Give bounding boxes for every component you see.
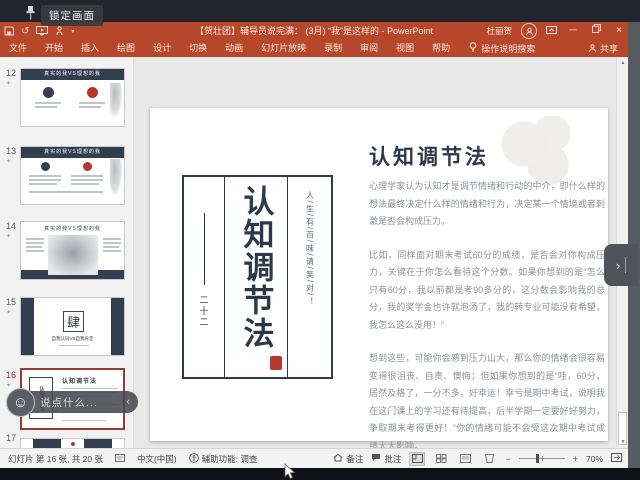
paragraph-3: 想到这些，可能你会感到压力山大，那么你的情绪会很容易变得很沮丧、自责、懊悔；但如… <box>369 353 605 451</box>
handle-grip <box>625 257 627 273</box>
thumbnail-slide-17[interactable] <box>20 438 125 448</box>
notes-toggle[interactable]: 备注 <box>333 453 363 465</box>
screen-share-frame: ↺ ▾ 【贺壮团】辅导员说完满： (3月) “我”是这样的 - PowerPoi… <box>0 0 640 480</box>
zoom-slider-knob[interactable] <box>535 454 539 463</box>
red-seal-stamp <box>270 356 282 370</box>
banner-divider-line <box>204 213 205 285</box>
tab-record[interactable]: 录制 <box>315 40 351 57</box>
share-button[interactable]: 共享 <box>588 42 618 55</box>
zoom-level[interactable]: 70% <box>586 454 603 464</box>
floral-watermark <box>500 116 580 186</box>
side-panel-handle[interactable]: › <box>604 244 638 286</box>
pushpin-icon[interactable] <box>24 5 37 26</box>
minimize-button[interactable]: ─ <box>566 22 580 40</box>
vertical-banner-box[interactable]: 二十二 认知调节法 人/生/有/百/味/请/笑/对/！ <box>182 175 333 379</box>
tab-slideshow[interactable]: 幻灯片放映 <box>252 40 315 57</box>
thumbnail-slide-12[interactable]: 真实的我VS理想的我 <box>20 68 125 127</box>
notes-icon <box>333 453 343 464</box>
tab-home[interactable]: 开始 <box>36 40 72 57</box>
slideshow-view-button[interactable] <box>481 452 497 466</box>
zoom-out-button[interactable]: − <box>505 454 510 464</box>
chat-collapse-icon[interactable]: ‹ <box>126 396 130 408</box>
account-avatar[interactable] <box>521 23 537 39</box>
comments-toggle[interactable]: 批注 <box>371 453 401 465</box>
ribbon-tabs: 文件 开始 插入 绘图 设计 切换 动画 幻灯片放映 录制 审阅 视图 帮助 操… <box>0 40 628 57</box>
tell-me-search[interactable]: 操作说明搜索 <box>469 42 535 55</box>
tab-view[interactable]: 视图 <box>387 40 423 57</box>
banner-main-column: 认知调节法 <box>225 177 288 377</box>
banner-side-column: 人/生/有/百/味/请/笑/对/！ <box>288 177 331 377</box>
status-bar: 幻灯片 第 16 张, 共 20 张 中文(中国) 辅助功能: 调查 备注 批注 <box>0 448 628 468</box>
thumbnail-slide-13[interactable]: 真实的我VS理想的我 <box>20 146 125 205</box>
close-button[interactable]: × <box>612 22 626 40</box>
thumbnail-slide-15[interactable]: 肆 自我认同VS自我肯定 <box>20 297 125 356</box>
account-name[interactable]: 杜丽贺 <box>486 25 512 37</box>
tab-review[interactable]: 审阅 <box>351 40 387 57</box>
chat-smiley-icon[interactable]: ☺ <box>6 388 35 417</box>
normal-view-button[interactable] <box>409 451 426 466</box>
mouse-cursor <box>284 463 296 480</box>
share-person-icon <box>588 43 597 55</box>
slide-editing-area: 二十二 认知调节法 人/生/有/百/味/请/笑/对/！ 认知调节法 心理学家认为… <box>134 57 628 480</box>
comment-icon <box>371 453 381 464</box>
banner-index-column: 二十二 <box>184 177 225 377</box>
titlebar-controls: 杜丽贺 ─ × <box>486 22 626 40</box>
expand-chevron-icon: › <box>615 257 621 273</box>
zoom-slider[interactable] <box>518 454 565 463</box>
fit-to-window-icon[interactable] <box>611 453 622 464</box>
chat-placeholder[interactable]: 说点什么... <box>40 395 98 410</box>
tab-design[interactable]: 设计 <box>144 40 180 57</box>
lock-screen-tooltip: 锁定画面 <box>24 5 103 26</box>
spellcheck-icon[interactable] <box>114 453 125 465</box>
language-indicator[interactable]: 中文(中国) <box>137 453 177 465</box>
tab-file[interactable]: 文件 <box>0 40 36 57</box>
current-slide-canvas[interactable]: 二十二 认知调节法 人/生/有/百/味/请/笑/对/！ 认知调节法 心理学家认为… <box>150 108 608 451</box>
tab-help[interactable]: 帮助 <box>423 40 459 57</box>
zoom-in-button[interactable]: + <box>573 454 578 464</box>
accessibility-status[interactable]: 辅助功能: 调查 <box>188 452 257 465</box>
slide-body-text[interactable]: 心理学家认为认知才是调节情绪和行动的中介，即什么样的想法最终决定什么样的情绪和行… <box>369 178 605 471</box>
banner-main-text: 认知调节法 <box>238 185 274 350</box>
thumbnail-slide-14[interactable]: 真实的我VS理想的我 <box>20 221 125 280</box>
letterbox-bottom <box>0 468 640 480</box>
tab-draw[interactable]: 绘图 <box>108 40 144 57</box>
tab-transitions[interactable]: 切换 <box>180 40 216 57</box>
tab-animations[interactable]: 动画 <box>216 40 252 57</box>
banner-side-text: 人/生/有/百/味/请/笑/对/！ <box>305 191 315 307</box>
accessibility-icon <box>188 452 199 465</box>
paragraph-1: 心理学家认为认知才是调节情绪和行动的中介，即什么样的想法最终决定什么样的情绪和行… <box>369 181 605 226</box>
paragraph-2: 比如，同样面对期末考试60分的成绩，是否会对你构成压力，关键在于你怎么看待这个分… <box>369 249 605 330</box>
slide-sorter-view-button[interactable] <box>433 452 449 466</box>
slide-title[interactable]: 认知调节法 <box>369 141 489 171</box>
reading-view-button[interactable] <box>457 452 473 466</box>
tab-insert[interactable]: 插入 <box>72 40 108 57</box>
restore-button[interactable] <box>589 22 603 40</box>
lightbulb-icon <box>469 42 477 55</box>
lock-screen-label: 锁定画面 <box>41 5 103 26</box>
slide-counter: 幻灯片 第 16 张, 共 20 张 <box>8 453 103 464</box>
banner-index-text: 二十二 <box>198 295 209 328</box>
ribbon-display-options-icon[interactable] <box>546 22 557 40</box>
